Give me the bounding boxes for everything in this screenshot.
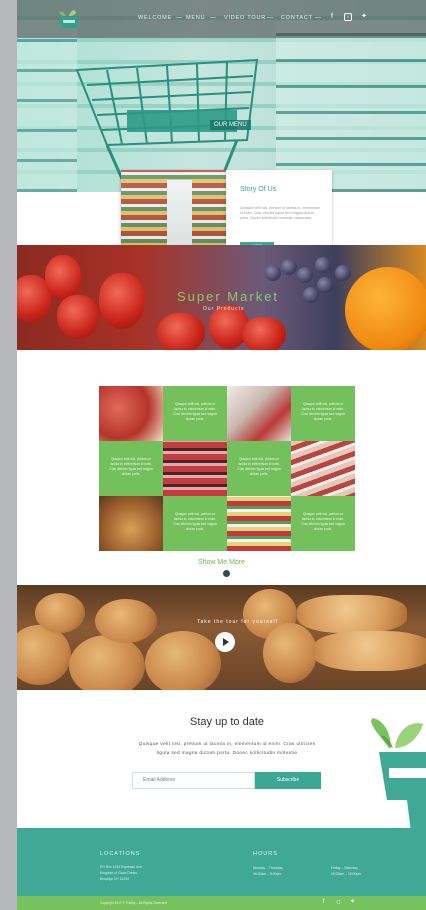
footer: LOCATIONS PO Box 1234 Espresso Ave. King… [17, 828, 426, 896]
hero-shelf-right [276, 20, 426, 192]
copyright-bar: Copyright 2017 © Freshy – All Rights Res… [17, 896, 426, 910]
locations-title: LOCATIONS [100, 851, 141, 857]
grid-text-cell: Quisque velit nisi, pretium ut lacinia i… [291, 386, 355, 441]
grid-image-apples[interactable] [99, 386, 163, 441]
copyright-text: Copyright 2017 © Freshy – All Rights Res… [100, 901, 167, 905]
grape-image [335, 265, 351, 281]
grid-text-cell: Quisque velit nisi, pretium ut lacinia i… [163, 496, 227, 551]
grid-text: Quisque velit nisi, pretium ut lacinia i… [173, 402, 217, 421]
basket-logo-icon[interactable] [57, 8, 81, 30]
banner-subtitle: Our Products [203, 306, 245, 312]
bread-image [69, 635, 145, 690]
top-navbar: WELCOME — MENU — VIDEO TOUR — CONTACT — … [17, 0, 426, 38]
grid-text: Quisque velit nisi, pretium ut lacinia i… [237, 457, 281, 476]
nav-separator: — [176, 15, 182, 21]
scroll-down-icon[interactable] [223, 570, 230, 577]
bread-image [95, 599, 157, 643]
bread-image [145, 631, 221, 690]
grid-text: Quisque velit nisi, pretium ut lacinia i… [173, 512, 217, 531]
grid-text: Quisque velit nisi, pretium ut lacinia i… [109, 457, 153, 476]
story-text: Quisque velit nisi, pretium ut lacinia i… [240, 206, 320, 221]
nav-separator: — [315, 15, 321, 21]
grid-image-meat-counter[interactable] [163, 441, 227, 496]
facebook-icon[interactable]: f [328, 13, 336, 21]
grape-image [281, 259, 297, 275]
baguette-image [313, 631, 426, 671]
grid-text-cell: Quisque velit nisi, pretium ut lacinia i… [99, 441, 163, 496]
instagram-icon[interactable]: ◻ [335, 899, 342, 906]
grape-image [317, 277, 333, 293]
grid-text: Quisque velit nisi, pretium ut lacinia i… [301, 402, 345, 421]
strawberry-image [242, 317, 286, 350]
plant-pot-logo-icon [371, 718, 426, 832]
nav-menu[interactable]: MENU [186, 15, 205, 21]
nav-separator: — [210, 15, 216, 21]
bread-image [17, 625, 71, 685]
nav-video-tour[interactable]: VIDEO TOUR [224, 15, 266, 21]
facebook-icon[interactable]: f [320, 899, 327, 906]
strawberry-image [99, 273, 145, 329]
grid-image-shelves[interactable] [227, 496, 291, 551]
grid-image-sausages[interactable] [291, 441, 355, 496]
baguette-image [297, 595, 407, 633]
grid-image-bakery[interactable] [99, 496, 163, 551]
bread-image [35, 593, 85, 633]
play-icon [223, 638, 229, 646]
hero-section: OUR MENU WELCOME — MENU — VIDEO TOUR — C… [17, 0, 426, 192]
email-field[interactable]: Email Address [132, 772, 255, 789]
grid-image-butcher[interactable] [227, 386, 291, 441]
grid-text-cell: Quisque velit nisi, pretium ut lacinia i… [227, 441, 291, 496]
nav-separator: — [267, 15, 273, 21]
show-more-link[interactable]: Show Me More [17, 559, 426, 566]
hours-times: 08:00am – 9:00pm [253, 872, 282, 876]
strawberry-image [157, 313, 205, 350]
supermarket-banner: Super Market Our Products [17, 245, 426, 350]
banner-title: Super Market [177, 289, 280, 304]
grid-text: Quisque velit nisi, pretium ut lacinia i… [301, 512, 345, 531]
nav-contact[interactable]: CONTACT [281, 15, 313, 21]
orange-image [345, 267, 426, 350]
video-tour-section: Take the tour for yourself [17, 585, 426, 690]
twitter-icon[interactable]: ✦ [349, 899, 356, 906]
page: OUR MENU WELCOME — MENU — VIDEO TOUR — C… [17, 0, 426, 910]
address-line: Brooklyn NY 11234 [100, 877, 129, 881]
story-title: Story Of Us [240, 186, 277, 193]
newsletter-title: Stay up to date [190, 716, 264, 728]
grape-image [315, 257, 331, 273]
shopping-cart-image [75, 58, 259, 190]
bread-image [263, 623, 317, 683]
video-label: Take the tour for yourself [197, 619, 279, 625]
grid-text-cell: Quisque velit nisi, pretium ut lacinia i… [291, 496, 355, 551]
hours-title: HOURS [253, 851, 278, 857]
grape-image [265, 265, 281, 281]
product-grid: Quisque velit nisi, pretium ut lacinia i… [99, 386, 355, 551]
grid-text-cell: Quisque velit nisi, pretium ut lacinia i… [163, 386, 227, 441]
grape-image [297, 267, 313, 283]
newsletter-text: Quisque velit nisi, pretium ut lacinia i… [138, 742, 316, 756]
strawberry-image [57, 295, 99, 339]
subscribe-button[interactable]: Subscribe [255, 772, 321, 789]
hours-times: 08:00am – 10:00pm [331, 872, 362, 876]
our-menu-label[interactable]: OUR MENU [210, 120, 251, 130]
nav-welcome[interactable]: WELCOME [138, 15, 172, 21]
instagram-icon[interactable]: ○ [344, 13, 352, 21]
grape-image [303, 287, 319, 303]
twitter-icon[interactable]: ✦ [360, 13, 368, 21]
play-button[interactable] [215, 632, 235, 652]
